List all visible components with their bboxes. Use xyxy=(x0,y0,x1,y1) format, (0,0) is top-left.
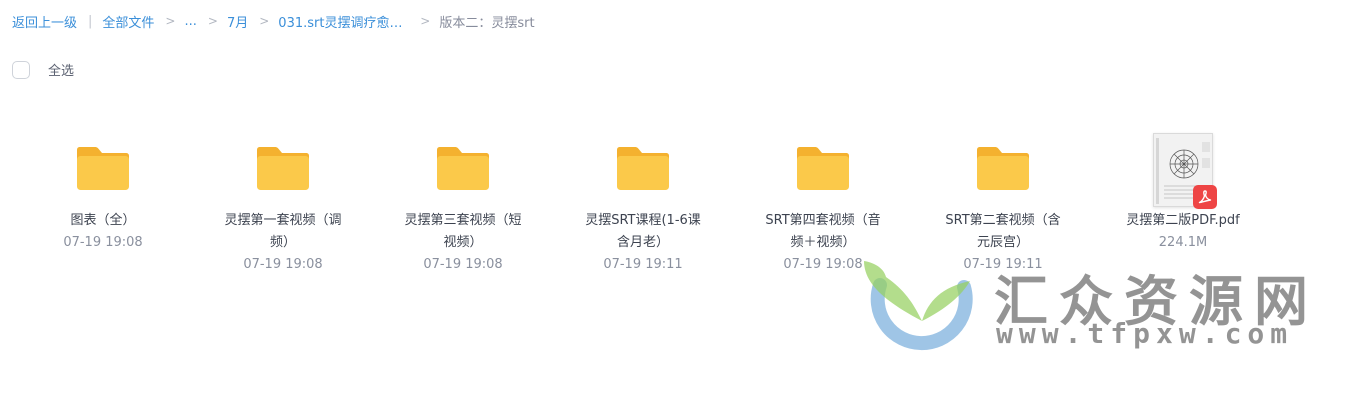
file-time: 07-19 19:08 xyxy=(783,257,863,272)
file-name: 灵摆第一套视频（调频） xyxy=(224,213,342,250)
breadcrumb-separator: > xyxy=(259,14,270,28)
pdf-file-icon xyxy=(1143,128,1223,209)
file-grid: 图表（全） 07-19 19:08 灵摆第一套视频（调频） 07-19 19:0… xyxy=(13,128,1273,274)
breadcrumb-separator: > xyxy=(420,14,431,28)
pdf-badge-icon xyxy=(1193,185,1217,209)
folder-icon xyxy=(783,128,863,208)
file-time: 07-19 19:08 xyxy=(243,257,323,272)
file-item[interactable]: 灵摆SRT课程(1-6课含月老） 07-19 19:11 xyxy=(553,128,733,274)
breadcrumb-month-link[interactable]: 7月 xyxy=(227,12,248,31)
folder-icon xyxy=(963,128,1043,208)
select-all-checkbox[interactable] xyxy=(12,60,30,79)
breadcrumb-divider: | xyxy=(88,13,93,29)
folder-icon xyxy=(63,128,143,208)
watermark-url: www.tfpxw.com xyxy=(996,317,1294,350)
file-name: SRT第四套视频（音频＋视频） xyxy=(765,213,881,250)
file-time: 07-19 19:08 xyxy=(423,257,503,272)
breadcrumb-root-link[interactable]: 全部文件 xyxy=(102,12,154,31)
folder-icon xyxy=(603,128,683,208)
file-item[interactable]: SRT第二套视频（含元辰宫） 07-19 19:11 xyxy=(913,128,1093,274)
file-time: 07-19 19:08 xyxy=(63,235,143,250)
breadcrumb: 返回上一级 | 全部文件 > ... > 7月 > 031.srt灵摆调疗愈工作… xyxy=(12,11,535,31)
watermark: 汇众资源网 www.tfpxw.com xyxy=(856,255,1326,355)
file-name: 灵摆SRT课程(1-6课含月老） xyxy=(585,213,701,250)
file-name: 图表（全） xyxy=(70,213,136,228)
file-item[interactable]: SRT第四套视频（音频＋视频） 07-19 19:08 xyxy=(733,128,913,274)
file-item[interactable]: 灵摆第三套视频（短视频） 07-19 19:08 xyxy=(373,128,553,274)
breadcrumb-ellipsis-link[interactable]: ... xyxy=(184,14,196,29)
file-name: 灵摆第二版PDF.pdf xyxy=(1126,213,1240,228)
file-size: 224.1M xyxy=(1158,235,1208,250)
file-item[interactable]: 图表（全） 07-19 19:08 xyxy=(13,128,193,274)
file-item[interactable]: 灵摆第二版PDF.pdf 224.1M xyxy=(1093,128,1273,274)
breadcrumb-parent-link[interactable]: 031.srt灵摆调疗愈工作坊 xyxy=(278,12,409,31)
file-name: SRT第二套视频（含元辰宫） xyxy=(945,213,1061,250)
select-all-label: 全选 xyxy=(48,64,75,79)
folder-icon xyxy=(423,128,503,208)
select-all[interactable]: 全选 xyxy=(12,60,74,79)
watermark-logo-icon xyxy=(864,261,973,351)
breadcrumb-separator: > xyxy=(165,14,176,28)
file-item[interactable]: 灵摆第一套视频（调频） 07-19 19:08 xyxy=(193,128,373,274)
file-name: 灵摆第三套视频（短视频） xyxy=(404,213,522,250)
breadcrumb-back-link[interactable]: 返回上一级 xyxy=(12,12,77,31)
folder-icon xyxy=(243,128,323,208)
file-time: 07-19 19:11 xyxy=(603,257,683,272)
breadcrumb-separator: > xyxy=(207,14,218,28)
breadcrumb-current: 版本二：灵摆srt xyxy=(439,15,535,31)
